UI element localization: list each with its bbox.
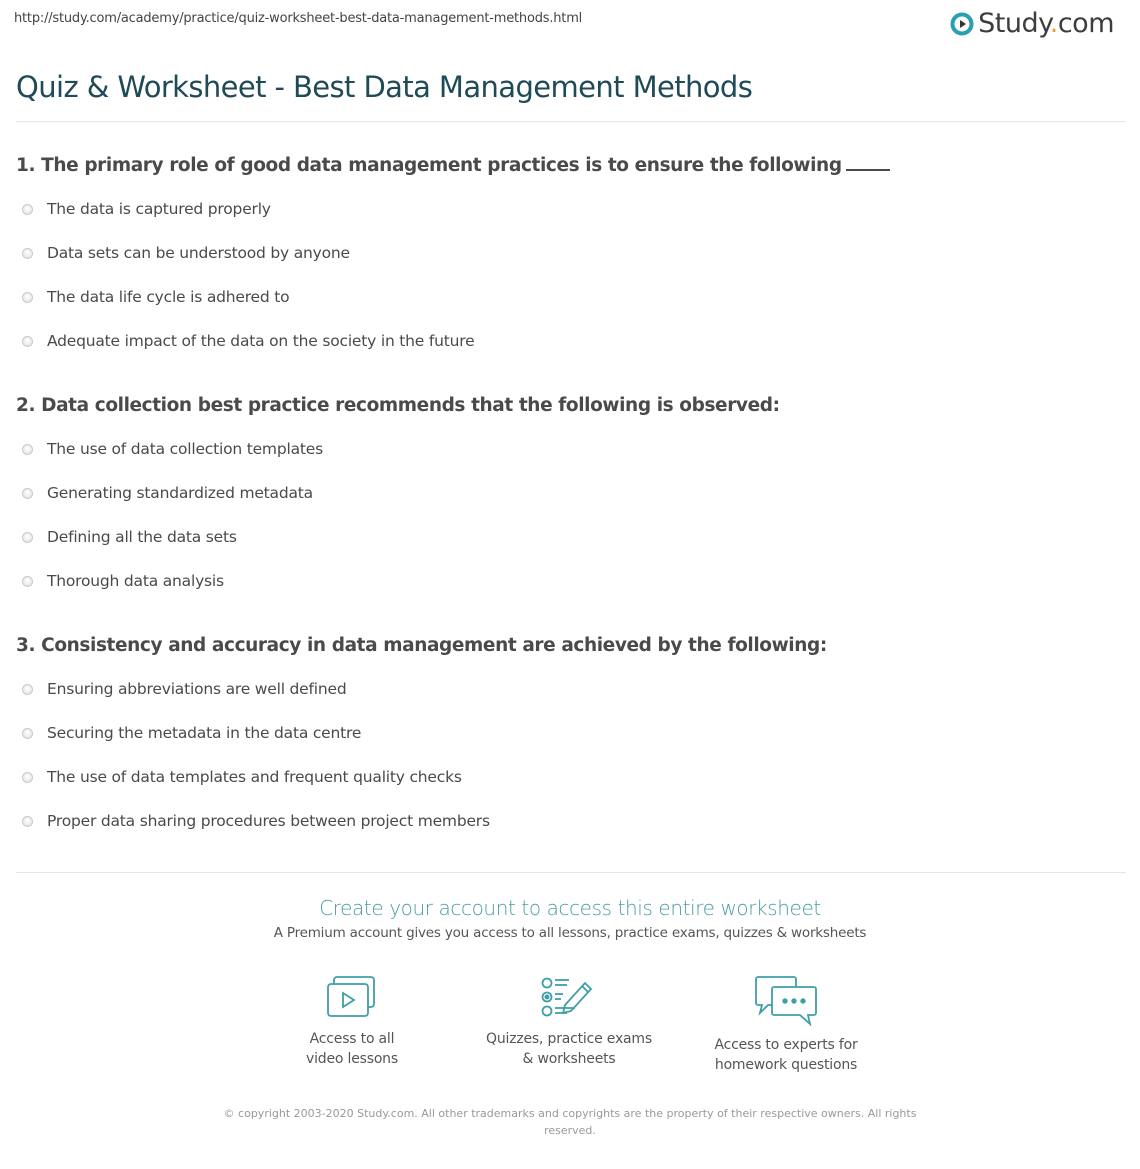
radio-button[interactable] [22, 531, 33, 543]
cta-title[interactable]: Create your account to access this entir… [0, 896, 1140, 920]
radio-button[interactable] [22, 815, 33, 827]
radio-button[interactable] [22, 771, 33, 783]
video-lessons-icon [327, 976, 375, 1017]
option-3b[interactable]: Securing the metadata in the data centre [22, 724, 361, 742]
feature-video-lessons: Access to all video lessons [252, 975, 452, 1069]
option-3c[interactable]: The use of data templates and frequent q… [22, 768, 462, 786]
radio-button[interactable] [22, 487, 33, 499]
play-circle-icon [950, 12, 974, 36]
divider [16, 121, 1126, 122]
option-3a[interactable]: Ensuring abbreviations are well defined [22, 680, 347, 698]
radio-button[interactable] [22, 683, 33, 695]
option-1b[interactable]: Data sets can be understood by anyone [22, 244, 350, 262]
question-1: 1. The primary role of good data managem… [16, 155, 890, 176]
feature-quizzes: Quizzes, practice exams & worksheets [469, 975, 669, 1069]
question-2: 2. Data collection best practice recomme… [16, 395, 780, 416]
radio-button[interactable] [22, 443, 33, 455]
radio-button[interactable] [22, 335, 33, 347]
quiz-checklist-icon [541, 977, 593, 1017]
radio-button[interactable] [22, 291, 33, 303]
radio-button[interactable] [22, 203, 33, 215]
page-title: Quiz & Worksheet - Best Data Management … [16, 70, 753, 104]
option-2b[interactable]: Generating standardized metadata [22, 484, 313, 502]
chat-bubbles-icon [755, 976, 817, 1027]
url-bar: http://study.com/academy/practice/quiz-w… [14, 11, 583, 26]
option-2d[interactable]: Thorough data analysis [22, 572, 224, 590]
radio-button[interactable] [22, 247, 33, 259]
feature-experts: Access to experts for homework questions [686, 975, 886, 1075]
cta-subtitle: A Premium account gives you access to al… [273, 925, 867, 941]
option-1c[interactable]: The data life cycle is adhered to [22, 288, 290, 306]
option-1d[interactable]: Adequate impact of the data on the socie… [22, 332, 475, 350]
radio-button[interactable] [22, 575, 33, 587]
divider [16, 872, 1126, 873]
option-3d[interactable]: Proper data sharing procedures between p… [22, 812, 490, 830]
answer-blank [845, 169, 890, 171]
option-2c[interactable]: Defining all the data sets [22, 528, 237, 546]
logo-text: Study.com [978, 8, 1114, 39]
question-3: 3. Consistency and accuracy in data mana… [16, 635, 827, 656]
option-1a[interactable]: The data is captured properly [22, 200, 271, 218]
copyright-text: © copyright 2003-2020 Study.com. All oth… [223, 1107, 917, 1137]
study-logo[interactable]: Study.com [950, 8, 1115, 40]
option-2a[interactable]: The use of data collection templates [22, 440, 323, 458]
radio-button[interactable] [22, 727, 33, 739]
